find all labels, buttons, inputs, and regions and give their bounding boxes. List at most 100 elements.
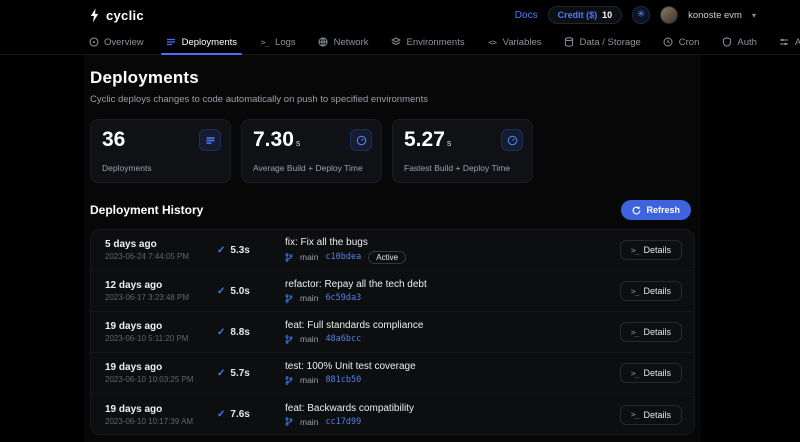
commit-hash-link[interactable]: 881cb50 — [325, 375, 361, 385]
refresh-icon — [632, 206, 641, 215]
details-button[interactable]: >_ Details — [620, 405, 682, 425]
git-branch-icon — [285, 417, 293, 426]
tab-logs[interactable]: >_ Logs — [248, 30, 307, 54]
terminal-icon: >_ — [631, 328, 639, 337]
deployment-row: 5 days ago 2023-06-24 7:44:05 PM ✓ 5.3s … — [91, 230, 694, 271]
history-title: Deployment History — [90, 203, 203, 217]
tab-data-storage[interactable]: Data / Storage — [553, 30, 652, 54]
stat-card-deployments: 36 Deployments — [90, 119, 231, 183]
header-actions: Docs Credit ($) 10 ✳ konoste evm ▾ — [515, 6, 756, 24]
tab-label: Data / Storage — [580, 37, 641, 48]
top-header: cyclic Docs Credit ($) 10 ✳ konoste evm … — [0, 0, 800, 30]
refresh-label: Refresh — [646, 205, 680, 215]
commit-message: feat: Full standards compliance — [285, 320, 612, 331]
deploy-age: 5 days ago — [105, 239, 217, 250]
tab-auth[interactable]: Auth — [710, 30, 768, 54]
avatar[interactable] — [660, 6, 678, 24]
terminal-icon: >_ — [631, 410, 639, 419]
check-icon: ✓ — [217, 368, 225, 379]
details-button[interactable]: >_ Details — [620, 363, 682, 383]
tab-advanced[interactable]: Advanced — [768, 30, 800, 54]
details-button[interactable]: >_ Details — [620, 240, 682, 260]
deployment-history-list: 5 days ago 2023-06-24 7:44:05 PM ✓ 5.3s … — [90, 229, 695, 435]
page-title: Deployments — [90, 68, 695, 88]
branch-name: main — [300, 334, 318, 344]
terminal-icon: >_ — [631, 369, 639, 378]
tab-label: Variables — [503, 37, 542, 48]
deploy-age: 19 days ago — [105, 321, 217, 332]
tab-label: Advanced — [795, 37, 800, 48]
clock-icon — [663, 37, 674, 48]
docs-link[interactable]: Docs — [515, 10, 538, 21]
globe-icon — [318, 37, 329, 48]
main-content: Deployments Cyclic deploys changes to co… — [84, 55, 701, 442]
gauge-icon — [501, 129, 523, 151]
tab-overview[interactable]: Overview — [88, 30, 155, 54]
history-header: Deployment History Refresh — [90, 200, 695, 220]
commit-message: test: 100% Unit test coverage — [285, 361, 612, 372]
logo-text: cyclic — [106, 8, 144, 23]
stat-label: Average Build + Deploy Time — [253, 163, 363, 173]
terminal-icon: >_ — [631, 246, 639, 255]
tab-label: Logs — [275, 37, 296, 48]
deploy-timestamp: 2023-06-10 10:17:39 AM — [105, 417, 217, 426]
branch-name: main — [300, 375, 318, 385]
gauge-icon — [350, 129, 372, 151]
deploy-age: 19 days ago — [105, 404, 217, 415]
terminal-icon: >_ — [259, 37, 270, 48]
check-icon: ✓ — [217, 409, 225, 420]
details-button[interactable]: >_ Details — [620, 322, 682, 342]
commit-hash-link[interactable]: 48a6bcc — [325, 334, 361, 344]
branch-name: main — [300, 417, 318, 427]
deployment-row: 19 days ago 2023-06-10 10:17:39 AM ✓ 7.6… — [91, 394, 694, 435]
deploy-duration: 5.0s — [230, 286, 249, 297]
tab-cron[interactable]: Cron — [652, 30, 711, 54]
deploy-duration: 7.6s — [230, 409, 249, 420]
bolt-icon — [88, 8, 101, 23]
deploy-timestamp: 2023-06-10 5:11:20 PM — [105, 334, 217, 343]
deployment-row: 19 days ago 2023-06-10 10:03:25 PM ✓ 5.7… — [91, 353, 694, 394]
tab-network[interactable]: Network — [307, 30, 380, 54]
layers-icon — [391, 37, 402, 48]
tab-label: Network — [334, 37, 369, 48]
commit-hash-link[interactable]: c10bdea — [325, 252, 361, 262]
credit-label: Credit ($) — [558, 10, 598, 20]
tab-deployments[interactable]: Deployments — [155, 30, 248, 54]
commit-hash-link[interactable]: cc17d99 — [325, 417, 361, 427]
commit-message: feat: Backwards compatibility — [285, 403, 612, 414]
deploy-duration: 5.3s — [230, 245, 249, 256]
stat-label: Deployments — [102, 163, 152, 173]
stat-label: Fastest Build + Deploy Time — [404, 163, 510, 173]
sparkle-icon: ✳ — [637, 10, 645, 20]
active-badge: Active — [368, 251, 406, 264]
tab-label: Cron — [679, 37, 700, 48]
tab-environments[interactable]: Environments — [380, 30, 476, 54]
sliders-icon — [779, 37, 790, 48]
commit-hash-link[interactable]: 6c59da3 — [325, 293, 361, 303]
tab-label: Environments — [407, 37, 465, 48]
deployments-icon — [166, 37, 177, 48]
credit-pill[interactable]: Credit ($) 10 — [548, 6, 623, 24]
chevron-down-icon[interactable]: ▾ — [752, 11, 756, 20]
deployment-row: 19 days ago 2023-06-10 5:11:20 PM ✓ 8.8s… — [91, 312, 694, 353]
check-icon: ✓ — [217, 245, 225, 256]
stat-card-fastest-time: 5.27s Fastest Build + Deploy Time — [392, 119, 533, 183]
details-button[interactable]: >_ Details — [620, 281, 682, 301]
git-branch-icon — [285, 253, 293, 262]
credit-value: 10 — [602, 10, 612, 20]
deploy-timestamp: 2023-06-17 3:23:48 PM — [105, 293, 217, 302]
deploy-duration: 5.7s — [230, 368, 249, 379]
shield-icon — [721, 37, 732, 48]
page-subtitle: Cyclic deploys changes to code automatic… — [90, 94, 695, 105]
app-logo[interactable]: cyclic — [88, 8, 144, 23]
deploy-duration: 8.8s — [230, 327, 249, 338]
database-icon — [564, 37, 575, 48]
theme-toggle-button[interactable]: ✳ — [632, 6, 650, 24]
tab-variables[interactable]: <> Variables — [476, 30, 553, 54]
code-icon: <> — [487, 37, 498, 48]
check-icon: ✓ — [217, 327, 225, 338]
bars-icon — [199, 129, 221, 151]
refresh-button[interactable]: Refresh — [621, 200, 691, 220]
deploy-timestamp: 2023-06-24 7:44:05 PM — [105, 252, 217, 261]
stat-card-average-time: 7.30s Average Build + Deploy Time — [241, 119, 382, 183]
